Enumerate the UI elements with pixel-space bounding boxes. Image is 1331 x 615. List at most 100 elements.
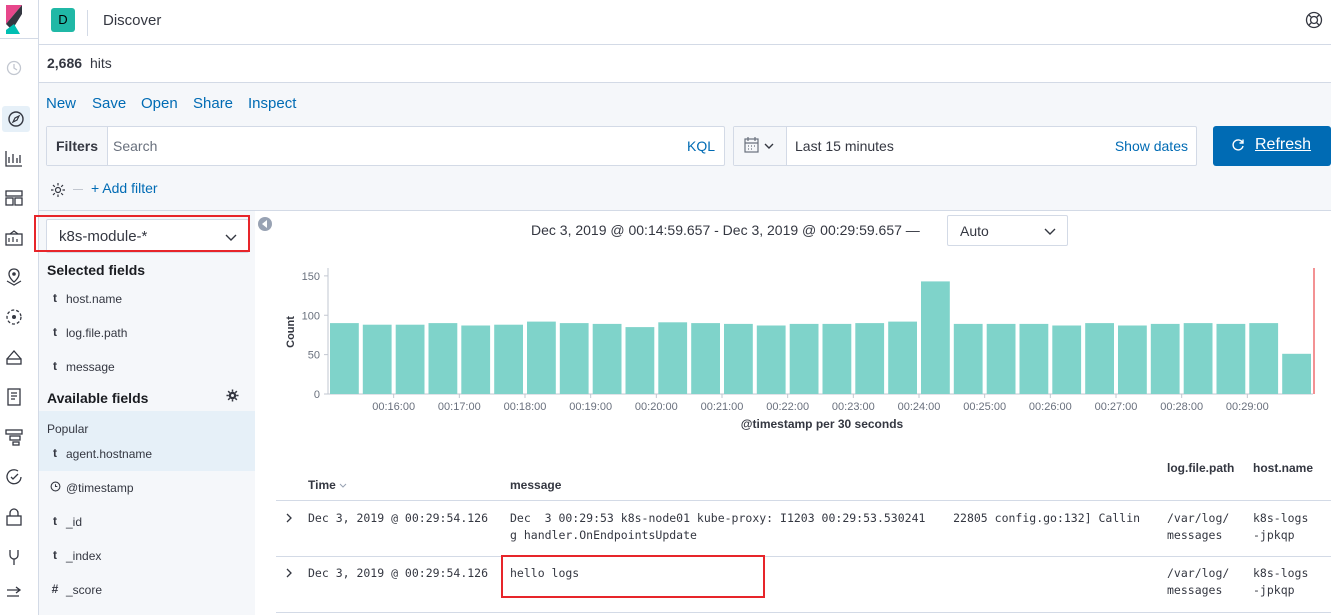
index-pattern-select[interactable]: k8s-module-* (46, 219, 249, 253)
histogram-bar[interactable] (724, 323, 753, 394)
histogram-chart[interactable]: 0 50 100 150 00:16:00 00:17:00 00:18:00 00:19:… (276, 258, 1331, 438)
available-field[interactable]: # _score (39, 574, 255, 608)
histogram-bar[interactable] (362, 324, 392, 394)
histogram-bar[interactable] (658, 322, 688, 394)
compass-icon[interactable] (2, 106, 30, 132)
table-row[interactable]: Dec 3, 2019 @ 00:29:54.126 hello logs /v… (276, 557, 1331, 612)
collapse-icon[interactable] (4, 583, 26, 605)
histogram-bar[interactable] (756, 325, 786, 395)
save-link[interactable]: Save (92, 95, 126, 112)
uptime-icon[interactable] (4, 467, 26, 489)
histogram-bar[interactable] (888, 321, 917, 394)
kql-toggle[interactable]: KQL (687, 138, 715, 154)
host-column-header[interactable]: host.name (1253, 461, 1313, 475)
kibana-logo[interactable] (0, 0, 39, 39)
canvas-icon[interactable] (4, 228, 26, 250)
path-column-header[interactable]: log.file.path (1167, 461, 1234, 475)
refresh-icon (1232, 139, 1244, 151)
logs-icon[interactable] (4, 387, 26, 409)
histogram-bar[interactable] (986, 323, 1016, 394)
histogram-bar[interactable] (822, 323, 852, 394)
field-name: host.name (66, 292, 123, 306)
histogram-bar[interactable] (330, 323, 359, 394)
selected-field[interactable]: t host.name (39, 283, 255, 317)
field-name: agent.hostname (66, 447, 153, 461)
field-name: _id (66, 515, 83, 529)
histogram-bar[interactable] (1019, 323, 1049, 394)
search-input[interactable] (113, 127, 673, 165)
histogram-bar[interactable] (395, 324, 425, 394)
filter-settings-icon[interactable] (49, 181, 67, 199)
histogram-bar[interactable] (789, 323, 819, 394)
histogram-bar[interactable] (1282, 353, 1311, 394)
visualize-icon[interactable] (4, 148, 26, 170)
chevron-right-icon[interactable] (284, 568, 294, 578)
field-name: @timestamp (66, 481, 134, 495)
chevron-right-icon[interactable] (284, 513, 294, 523)
histogram-bar[interactable] (428, 323, 458, 394)
hits-label: hits (90, 55, 112, 71)
available-field[interactable]: t _id (39, 506, 255, 540)
date-range-text[interactable]: Last 15 minutes (795, 138, 894, 154)
histogram-bar[interactable] (691, 323, 720, 394)
table-row[interactable]: Dec 3, 2019 @ 00:29:54.126 Dec 3 00:29:5… (276, 501, 1331, 556)
header-divider (87, 10, 88, 36)
share-link[interactable]: Share (193, 95, 233, 112)
maps-icon[interactable] (4, 267, 26, 289)
histogram-bar[interactable] (1183, 323, 1213, 394)
new-link[interactable]: New (46, 95, 76, 112)
histogram-bar[interactable] (625, 327, 655, 394)
siem-icon[interactable] (4, 507, 26, 529)
collapse-sidebar-button[interactable] (258, 217, 272, 231)
selected-field[interactable]: t message (39, 351, 255, 385)
interval-select[interactable]: Auto (947, 215, 1068, 246)
histogram-bar[interactable] (921, 281, 950, 394)
space-avatar[interactable]: D (51, 8, 75, 32)
message-column-header[interactable]: message (510, 478, 561, 492)
query-bar: Filters KQL (46, 126, 725, 166)
field-name: _index (66, 549, 102, 563)
chevron-down-icon (225, 234, 237, 241)
ml-icon[interactable] (4, 307, 26, 329)
help-icon[interactable] (1305, 11, 1323, 29)
available-field[interactable]: @timestamp (39, 472, 255, 506)
quick-select-button[interactable] (734, 127, 787, 165)
x-tick-label: 00:21:00 (701, 401, 744, 413)
histogram-bar[interactable] (527, 321, 556, 394)
histogram-bar[interactable] (1052, 325, 1082, 395)
available-field[interactable]: t agent.hostname (39, 438, 255, 472)
infrastructure-icon[interactable] (4, 347, 26, 369)
path-cell: messages (1167, 583, 1223, 597)
histogram-bar[interactable] (1118, 325, 1147, 395)
host-cell: -jpkqp (1253, 583, 1295, 597)
dashboard-icon[interactable] (4, 188, 26, 210)
field-settings-icon[interactable] (226, 389, 239, 402)
dev-tools-icon[interactable] (4, 547, 26, 569)
available-field[interactable]: t _index (39, 540, 255, 574)
open-link[interactable]: Open (141, 95, 178, 112)
show-dates-link[interactable]: Show dates (1115, 138, 1188, 154)
histogram-bar[interactable] (1216, 323, 1246, 394)
histogram-bar[interactable] (953, 323, 983, 394)
inspect-link[interactable]: Inspect (248, 95, 296, 112)
string-type-icon: t (53, 548, 57, 562)
histogram-bar[interactable] (559, 323, 589, 394)
filters-label[interactable]: Filters (47, 127, 108, 165)
histogram-bar[interactable] (1150, 323, 1180, 394)
time-column-header[interactable]: Time (308, 478, 336, 492)
histogram-bar[interactable] (855, 323, 885, 394)
x-tick-label: 00:17:00 (438, 401, 481, 413)
histogram-bar[interactable] (461, 325, 491, 395)
histogram-bar[interactable] (1249, 323, 1279, 394)
selected-field[interactable]: t log.file.path (39, 317, 255, 351)
sort-icon[interactable] (339, 483, 347, 489)
add-filter-button[interactable]: + Add filter (91, 180, 158, 196)
field-name: log.file.path (66, 326, 128, 340)
histogram-bar[interactable] (1085, 323, 1114, 394)
apm-icon[interactable] (4, 427, 26, 449)
histogram-bar[interactable] (592, 323, 622, 394)
clock-icon[interactable] (4, 58, 26, 80)
histogram-bar[interactable] (494, 324, 523, 394)
refresh-button[interactable]: Refresh (1213, 126, 1331, 166)
message-cell: g handler.OnEndpointsUpdate (510, 528, 697, 542)
